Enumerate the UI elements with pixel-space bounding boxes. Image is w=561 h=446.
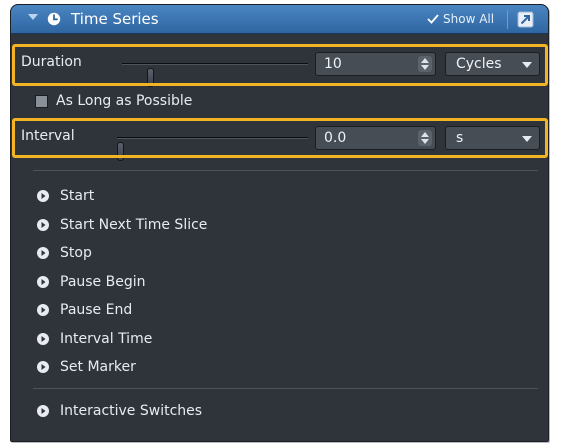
interval-label: Interval — [21, 128, 75, 144]
trigger-item[interactable]: Start Next Time Slice — [37, 217, 207, 233]
expand-arrow-icon — [37, 332, 49, 345]
interval-value: 0.0 — [324, 130, 347, 146]
expand-arrow-icon — [37, 304, 49, 316]
duration-label: Duration — [21, 54, 82, 70]
trigger-label: Set Marker — [60, 359, 136, 375]
section-divider — [33, 170, 538, 171]
show-all-label: Show All — [443, 12, 495, 26]
show-all-toggle[interactable]: Show All — [427, 12, 494, 26]
section-divider — [33, 388, 538, 389]
trigger-label: Pause Begin — [60, 273, 146, 290]
time-series-panel: Time Series Show All Duration 10 Cycles … — [10, 4, 549, 442]
trigger-label: Interval Time — [60, 330, 153, 347]
trigger-label: Start — [60, 188, 95, 204]
interval-row: Interval 0.0 s — [19, 123, 544, 161]
expand-arrow-icon — [37, 218, 49, 231]
duration-unit-select[interactable]: Cycles — [445, 52, 540, 76]
chevron-down-icon[interactable] — [28, 14, 38, 20]
as-long-as-possible-checkbox[interactable] — [35, 94, 48, 108]
expand-arrow-icon — [37, 275, 49, 288]
interval-unit-value: s — [456, 130, 464, 146]
expand-arrow-icon — [37, 361, 49, 373]
trigger-label: Stop — [60, 245, 92, 261]
interval-slider[interactable] — [117, 137, 308, 161]
duration-spinner[interactable] — [418, 56, 432, 72]
interval-input[interactable]: 0.0 — [315, 126, 436, 150]
trigger-item[interactable]: Interval Time — [37, 331, 152, 347]
duration-input[interactable]: 10 — [315, 52, 436, 76]
interval-spinner[interactable] — [418, 130, 432, 146]
chevron-down-icon — [522, 136, 532, 142]
expand-arrow-icon — [37, 405, 49, 417]
trigger-label: Start Next Time Slice — [60, 216, 208, 233]
duration-value: 10 — [324, 56, 342, 72]
chevron-down-icon — [522, 62, 532, 68]
panel-header[interactable]: Time Series Show All — [11, 5, 548, 34]
trigger-item[interactable]: Stop — [37, 245, 92, 261]
expand-arrow-icon — [37, 247, 49, 259]
duration-slider-thumb[interactable] — [147, 68, 155, 87]
check-icon — [427, 14, 439, 24]
popout-icon[interactable] — [517, 11, 534, 28]
duration-unit-value: Cycles — [456, 56, 502, 72]
interactive-switches-label: Interactive Switches — [60, 403, 203, 419]
panel-title: Time Series — [71, 10, 159, 28]
trigger-item[interactable]: Start — [37, 188, 94, 204]
trigger-item[interactable]: Pause Begin — [37, 274, 146, 290]
as-long-as-possible-option[interactable]: As Long as Possible — [35, 93, 192, 109]
interval-unit-select[interactable]: s — [445, 126, 540, 150]
spin-up-icon[interactable] — [421, 132, 429, 137]
trigger-label: Pause End — [60, 302, 133, 318]
spin-up-icon[interactable] — [421, 58, 429, 63]
clock-icon — [47, 12, 61, 26]
trigger-item[interactable]: Set Marker — [37, 359, 136, 375]
spin-down-icon[interactable] — [421, 139, 429, 144]
duration-slider[interactable] — [122, 63, 308, 87]
expand-arrow-icon — [37, 190, 49, 202]
as-long-as-possible-label: As Long as Possible — [56, 93, 193, 109]
spin-down-icon[interactable] — [421, 65, 429, 70]
header-divider — [507, 10, 508, 29]
interactive-switches-item[interactable]: Interactive Switches — [37, 403, 202, 419]
trigger-item[interactable]: Pause End — [37, 302, 132, 318]
interval-slider-thumb[interactable] — [117, 142, 124, 161]
duration-row: Duration 10 Cycles — [19, 49, 544, 87]
